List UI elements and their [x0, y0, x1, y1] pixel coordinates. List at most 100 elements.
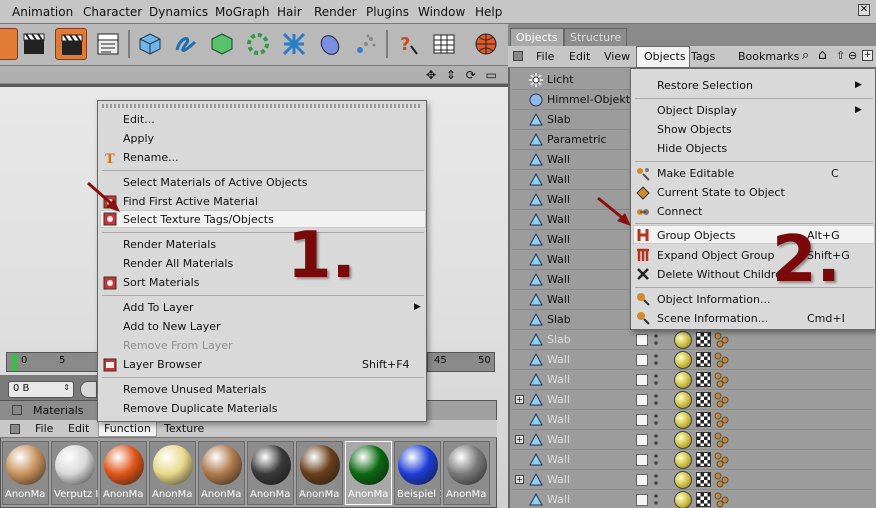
menu-item-connect[interactable]: Connect — [657, 205, 702, 219]
phong-tag-icon[interactable] — [674, 371, 692, 389]
timeline-ruler-left[interactable]: 0 5 — [6, 352, 98, 372]
phong-tag-icon[interactable] — [674, 431, 692, 449]
render-settings-icon[interactable] — [92, 28, 124, 60]
view-icon[interactable]: ⊖ — [848, 49, 857, 62]
menu-item-render-all[interactable]: Render All Materials — [123, 257, 233, 271]
material-thumbnail[interactable]: AnonMa — [443, 441, 490, 505]
menu-item-remove-unused[interactable]: Remove Unused Materials — [123, 383, 267, 397]
menu-character[interactable]: Character — [83, 5, 142, 19]
visibility-checkbox[interactable] — [636, 454, 648, 466]
particles-icon[interactable] — [350, 28, 382, 60]
texture-tag-icon[interactable] — [696, 332, 711, 347]
menu-item-select-materials-active[interactable]: Select Materials of Active Objects — [123, 176, 308, 190]
visibility-checkbox[interactable] — [636, 434, 648, 446]
nurbs-icon[interactable] — [206, 28, 238, 60]
spline-icon[interactable] — [170, 28, 202, 60]
array-icon[interactable] — [242, 28, 274, 60]
visibility-checkbox[interactable] — [636, 374, 648, 386]
object-row[interactable]: Wall — [512, 410, 872, 430]
menu-item-find-first-active[interactable]: Find First Active Material — [123, 195, 258, 209]
om-menu-bookmarks[interactable]: Bookmarks — [738, 50, 799, 63]
object-row[interactable]: + Wall — [512, 470, 872, 490]
visibility-checkbox[interactable] — [636, 354, 648, 366]
menu-item-restore-selection[interactable]: Restore Selection — [657, 79, 753, 93]
home-icon[interactable]: ⌂ — [818, 47, 827, 63]
render-region-icon[interactable] — [55, 28, 87, 60]
texture-tag-icon[interactable] — [696, 392, 711, 407]
menu-item-sort-materials[interactable]: Sort Materials — [123, 276, 199, 290]
material-thumbnail[interactable]: AnonMa — [100, 441, 147, 505]
object-row[interactable]: + Wall — [512, 430, 872, 450]
visibility-checkbox[interactable] — [636, 334, 648, 346]
texture-tag-icon[interactable] — [696, 372, 711, 387]
uvw-tag-icon[interactable] — [714, 332, 730, 348]
menu-mograph[interactable]: MoGraph — [215, 5, 270, 19]
om-menu-objects[interactable]: Objects — [636, 46, 690, 68]
phong-tag-icon[interactable] — [674, 331, 692, 349]
om-menu-edit[interactable]: Edit — [569, 50, 590, 63]
tab-structure[interactable]: Structure — [564, 28, 628, 46]
menu-window[interactable]: Window — [418, 5, 465, 19]
uvw-tag-icon[interactable] — [714, 392, 730, 408]
visibility-checkbox[interactable] — [636, 474, 648, 486]
search-icon[interactable]: ⌕ — [802, 48, 809, 63]
object-row[interactable]: Wall — [512, 490, 872, 508]
menu-item-show-objects[interactable]: Show Objects — [657, 123, 732, 137]
render-dots-icon[interactable] — [654, 433, 658, 447]
texture-tag-icon[interactable] — [696, 352, 711, 367]
materials-menu-function[interactable]: Function — [98, 421, 157, 437]
menu-item-group-objects[interactable]: Group Objects — [657, 229, 736, 243]
expand-icon[interactable]: + — [515, 475, 524, 484]
menu-item-make-editable[interactable]: Make Editable — [657, 167, 734, 181]
menu-dynamics[interactable]: Dynamics — [149, 5, 208, 19]
material-thumbnail[interactable]: AnonMa — [345, 441, 392, 505]
render-dots-icon[interactable] — [654, 373, 658, 387]
menu-plugins[interactable]: Plugins — [366, 5, 409, 19]
uvw-tag-icon[interactable] — [714, 452, 730, 468]
viewport-navigation-icons[interactable]: ✥ ⇕ ⟳ ▭ — [426, 68, 500, 82]
frame-field[interactable]: 0 B ⇕ — [8, 381, 74, 398]
render-dots-icon[interactable] — [654, 393, 658, 407]
render-dots-icon[interactable] — [654, 473, 658, 487]
help-icon[interactable]: ? — [392, 28, 424, 60]
om-menu-view[interactable]: View — [604, 50, 630, 63]
uvw-tag-icon[interactable] — [714, 372, 730, 388]
close-icon[interactable]: ✕ — [858, 4, 870, 16]
texture-tag-icon[interactable] — [696, 412, 711, 427]
uvw-tag-icon[interactable] — [714, 472, 730, 488]
texture-tag-icon[interactable] — [696, 492, 711, 507]
menu-item-hide-objects[interactable]: Hide Objects — [657, 142, 727, 156]
materials-menu-edit[interactable]: Edit — [63, 422, 94, 435]
menu-item-current-state[interactable]: Current State to Object — [657, 186, 785, 200]
phong-tag-icon[interactable] — [674, 451, 692, 469]
materials-menu-texture[interactable]: Texture — [159, 422, 209, 435]
phong-tag-icon[interactable] — [674, 411, 692, 429]
menu-item-delete-without-children[interactable]: Delete Without Children — [657, 268, 789, 282]
material-thumbnail[interactable]: Beispiel 1 — [394, 441, 441, 505]
menu-item-render-materials[interactable]: Render Materials — [123, 238, 216, 252]
object-row[interactable]: + Wall — [512, 390, 872, 410]
expand-icon[interactable]: + — [515, 395, 524, 404]
texture-tag-icon[interactable] — [696, 432, 711, 447]
globe-icon[interactable] — [470, 28, 502, 60]
texture-tag-icon[interactable] — [696, 452, 711, 467]
object-row[interactable]: Slab — [512, 330, 872, 350]
phong-tag-icon[interactable] — [674, 351, 692, 369]
uvw-tag-icon[interactable] — [714, 412, 730, 428]
menu-item-apply[interactable]: Apply — [123, 132, 154, 146]
menu-item-scene-information[interactable]: Scene Information... — [657, 312, 768, 326]
material-thumbnail[interactable]: AnonMa — [198, 441, 245, 505]
visibility-checkbox[interactable] — [636, 414, 648, 426]
stepper-icon[interactable]: ⇕ — [63, 383, 70, 392]
uvw-tag-icon[interactable] — [714, 492, 730, 508]
material-thumbnail[interactable]: Verputz I — [51, 441, 98, 505]
menu-animation[interactable]: Animation — [12, 5, 73, 19]
menu-item-object-information[interactable]: Object Information... — [657, 293, 771, 307]
menu-item-edit[interactable]: Edit... — [123, 113, 155, 127]
cube-icon[interactable] — [134, 28, 166, 60]
new-panel-icon[interactable]: + — [862, 50, 873, 61]
render-view-icon[interactable] — [18, 28, 50, 60]
expand-icon[interactable]: + — [515, 435, 524, 444]
phong-tag-icon[interactable] — [674, 491, 692, 508]
menu-item-object-display[interactable]: Object Display — [657, 104, 737, 118]
